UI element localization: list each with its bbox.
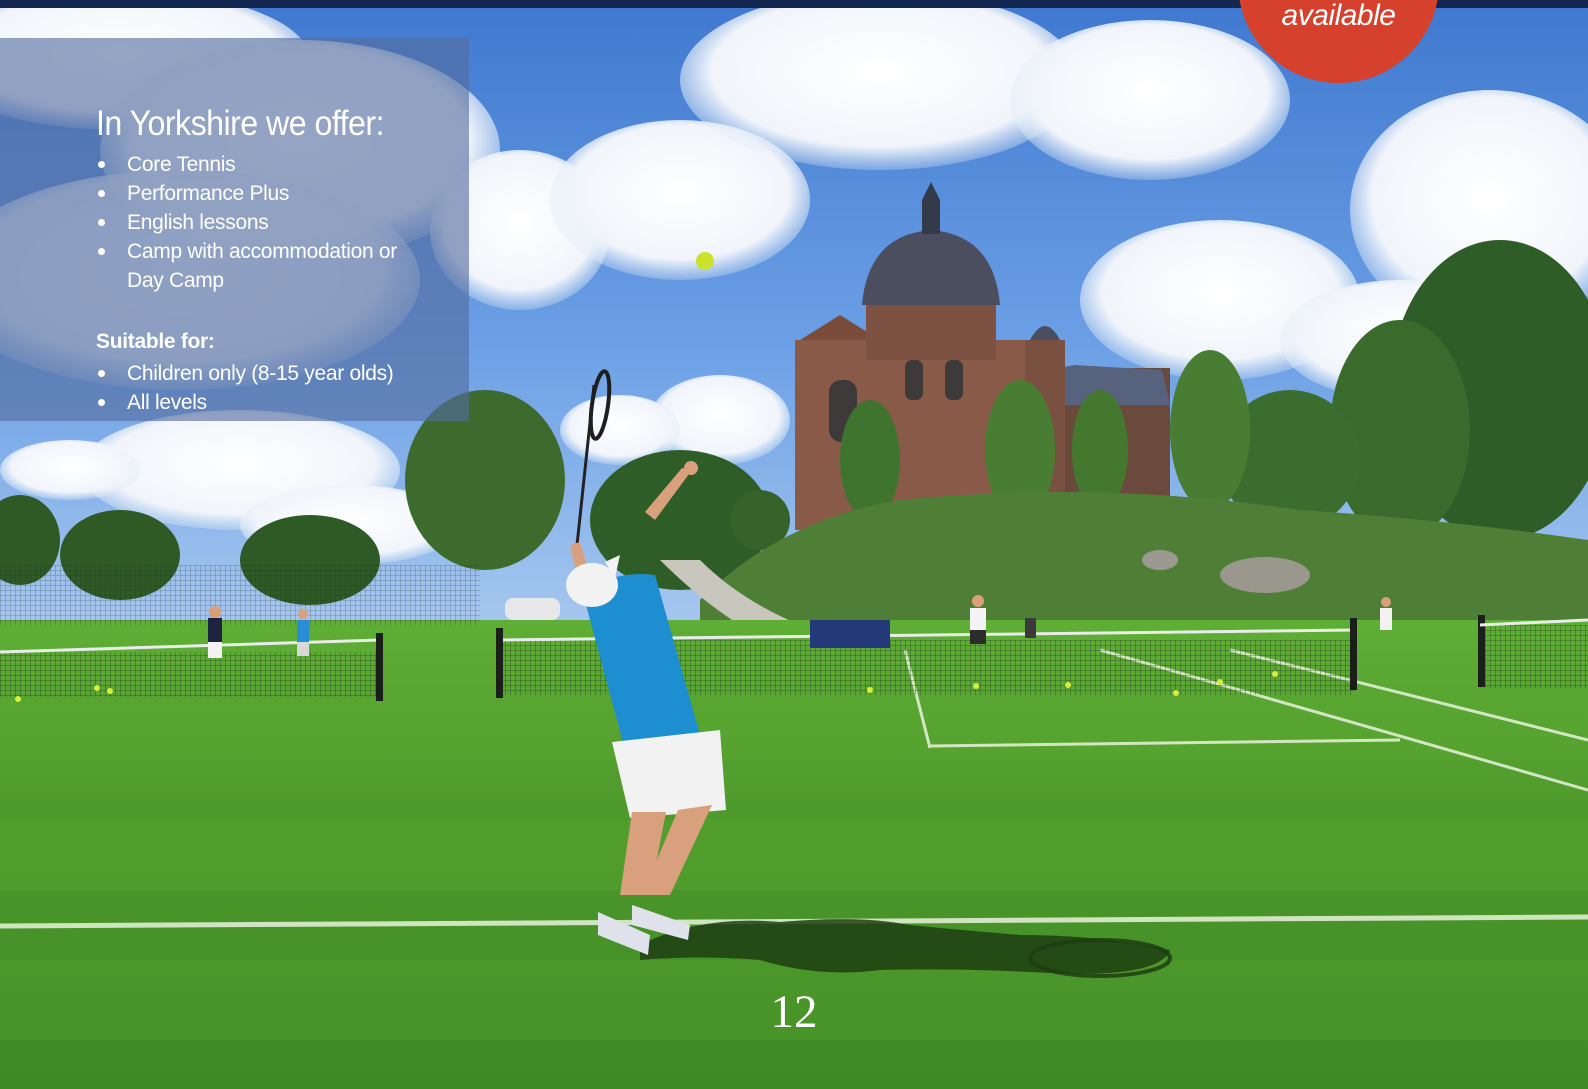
offer-item: Performance Plus [96, 179, 436, 208]
offer-item-label: Core Tennis [127, 153, 236, 176]
brochure-page: available In Yorkshire we offer: Core Te… [0, 0, 1588, 1089]
offer-item: Camp with accommodation or Day Camp [96, 237, 436, 295]
offer-title: In Yorkshire we offer: [96, 104, 385, 143]
offer-item-label: Camp with accommodation or Day Camp [127, 240, 397, 292]
offer-list: Core Tennis Performance Plus English les… [96, 150, 436, 295]
suitable-item: All levels [96, 388, 436, 417]
offer-item: English lessons [96, 208, 436, 237]
bullet-icon [98, 161, 105, 168]
bullet-icon [98, 219, 105, 226]
suitable-item-label: Children only (8-15 year olds) [127, 362, 394, 385]
offer-item: Core Tennis [96, 150, 436, 179]
tennis-ball [696, 252, 714, 270]
page-number: 12 [770, 986, 818, 1038]
badge-text: available [1281, 0, 1396, 32]
bullet-icon [98, 399, 105, 406]
court-fence [0, 565, 480, 625]
offer-item-label: Performance Plus [127, 182, 290, 205]
bullet-icon [98, 190, 105, 197]
suitable-heading: Suitable for: [96, 330, 215, 353]
bullet-icon [98, 248, 105, 255]
suitable-item-label: All levels [127, 391, 207, 414]
suitable-list: Children only (8-15 year olds) All level… [96, 359, 436, 417]
offer-panel: In Yorkshire we offer: Core Tennis Perfo… [0, 38, 469, 421]
suitable-item: Children only (8-15 year olds) [96, 359, 436, 388]
offer-item-label: English lessons [127, 211, 269, 234]
bullet-icon [98, 370, 105, 377]
